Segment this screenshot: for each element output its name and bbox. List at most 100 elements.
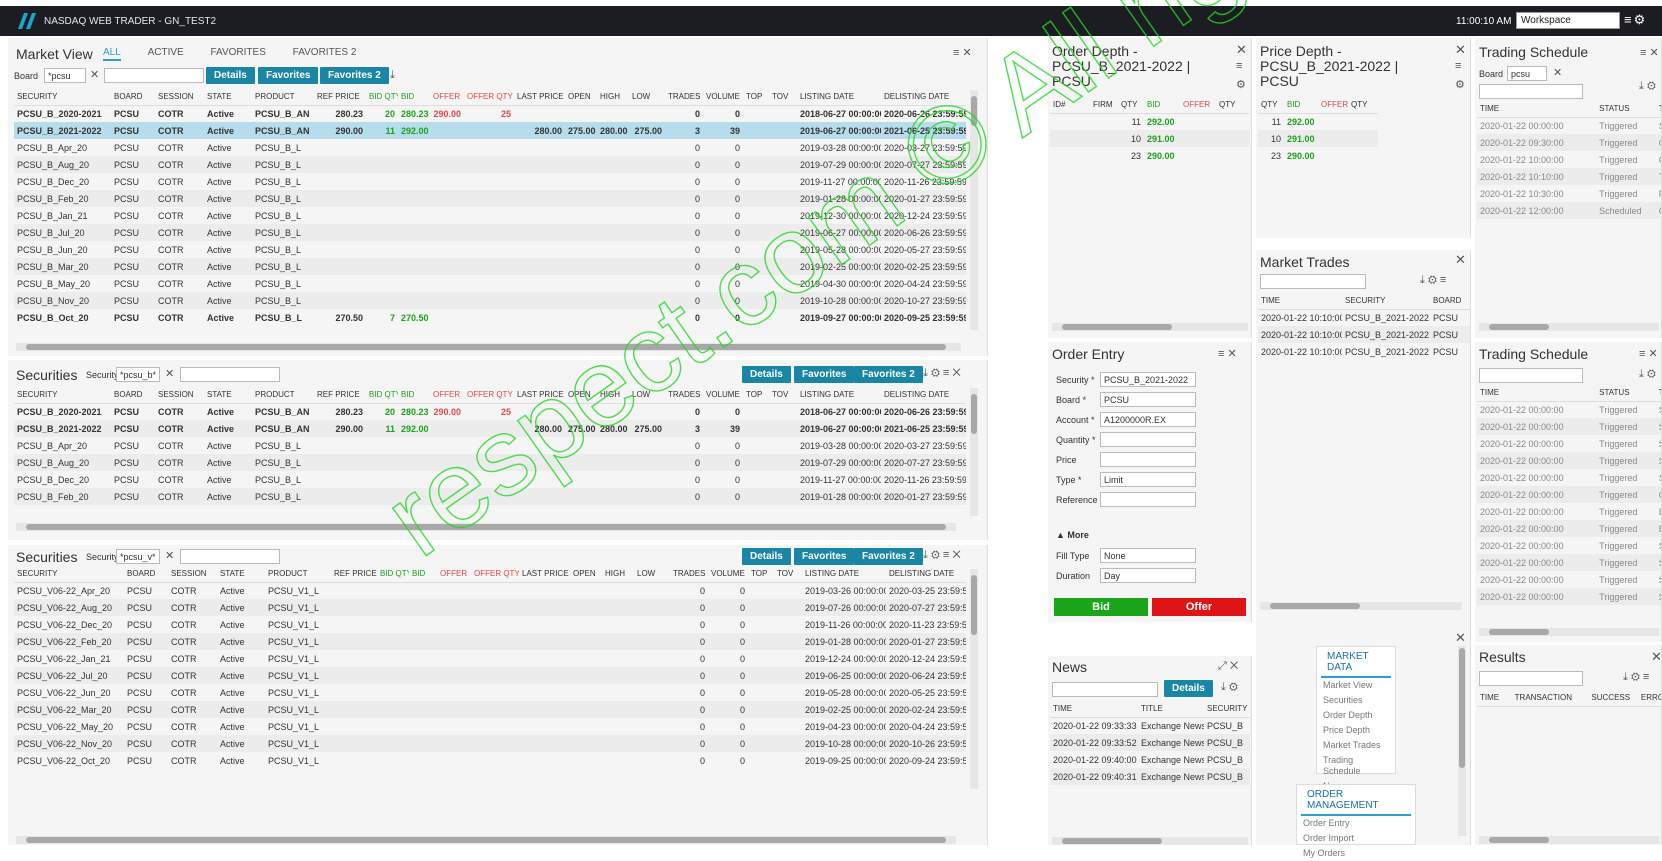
vertical-scrollbar[interactable] xyxy=(970,90,978,330)
gear-icon[interactable]: ⚙ xyxy=(1428,274,1437,286)
column-header[interactable]: OFFER QTY xyxy=(471,565,519,583)
order-field-input[interactable] xyxy=(1100,492,1196,507)
table-row[interactable]: PCSU_B_2021-2022 PCSU COTR Active PCSU_B_AN 2… xyxy=(14,420,966,437)
column-header[interactable]: LAST PRICE xyxy=(514,386,565,404)
column-header[interactable]: LAST PRICE xyxy=(514,88,565,106)
table-row[interactable]: 2020-01-22 09:33:52 Exchange News PCSU_B xyxy=(1050,734,1250,751)
column-header[interactable]: OFFER xyxy=(1180,96,1216,114)
download-icon[interactable]: ⤓ xyxy=(390,69,395,82)
column-header[interactable]: SUCCESS xyxy=(1588,689,1638,707)
column-header[interactable]: LOW xyxy=(629,386,665,404)
table-row[interactable]: 2020-01-22 00:00:00TriggeredSTART_OF xyxy=(1477,452,1661,469)
table-row[interactable]: 2020-01-22 00:00:00TriggeredSTART_OF xyxy=(1477,571,1661,588)
menu-icon[interactable]: ≡ xyxy=(1639,348,1645,360)
gear-icon[interactable]: ⚙ xyxy=(1634,12,1648,27)
close-icon[interactable]: ✕ xyxy=(952,367,960,379)
horizontal-scrollbar[interactable] xyxy=(16,343,961,351)
column-header[interactable]: OPEN xyxy=(565,88,597,106)
column-header[interactable]: BOARD xyxy=(124,565,168,583)
search-input[interactable] xyxy=(1479,368,1583,383)
clear-board-icon[interactable]: ✕ xyxy=(90,68,99,81)
table-row[interactable]: PCSU_B_Apr_20 PCSU COTR Active PCSU_B_L 0 0 201… xyxy=(14,437,966,454)
column-header[interactable]: TRADES xyxy=(670,565,708,583)
column-header[interactable]: BOARD xyxy=(111,88,155,106)
close-icon[interactable]: ✕ xyxy=(952,549,960,561)
table-row[interactable]: PCSU_B_2020-2021 PCSU COTR Active PCSU_B_AN 2… xyxy=(14,105,966,122)
column-header[interactable]: SESSION xyxy=(168,565,217,583)
table-row[interactable]: PCSU_B_Oct_20 PCSU COTR Active PCSU_B_L 270.5… xyxy=(14,309,966,326)
workspace-select[interactable]: Workspace xyxy=(1516,12,1620,29)
clear-security-icon[interactable]: ✕ xyxy=(165,367,174,380)
table-row[interactable]: 2020-01-22 00:00:00TriggeredSTART_OF xyxy=(1477,469,1661,486)
column-header[interactable]: TOP xyxy=(743,386,769,404)
menu-icon[interactable]: ≡ xyxy=(943,367,949,379)
table-row[interactable]: PCSU_V06-22_Jan_21 PCSU COTR Active PCSU_V1_… xyxy=(14,650,966,667)
search-input[interactable] xyxy=(180,549,280,564)
column-header[interactable]: QTY xyxy=(1348,96,1378,114)
order-field-input[interactable] xyxy=(1100,432,1196,447)
download-icon[interactable]: ⤓ xyxy=(1639,80,1644,92)
vertical-scrollbar[interactable] xyxy=(970,569,978,789)
horizontal-scrollbar[interactable] xyxy=(1479,628,1659,636)
table-row[interactable]: PCSU_B_Aug_20 PCSU COTR Active PCSU_B_L 0 0 201… xyxy=(14,156,966,173)
table-row[interactable]: 2020-01-22 10:10:00 PCSU_B_2021-2022 PCSU xyxy=(1258,326,1470,343)
column-header[interactable]: BID xyxy=(409,565,437,583)
menu-icon[interactable]: ≡ ✕ xyxy=(1640,46,1659,59)
gear-icon[interactable]: ⚙ xyxy=(1647,368,1656,380)
gear-icon[interactable]: ⚙ xyxy=(1647,80,1656,92)
column-header[interactable]: LAST PRICE xyxy=(519,565,570,583)
horizontal-scrollbar[interactable] xyxy=(16,836,956,844)
column-header[interactable]: TOV xyxy=(769,386,797,404)
clear-board-icon[interactable]: ✕ xyxy=(1553,66,1562,79)
table-row[interactable]: 2020-01-22 00:00:00TriggeredEXPIRY xyxy=(1477,520,1661,537)
tab-favorites-2[interactable]: FAVORITES 2 xyxy=(293,47,357,58)
menu-item[interactable]: Price Depth xyxy=(1317,723,1395,738)
column-header[interactable]: DELISTING DATE xyxy=(881,386,966,404)
gear-icon[interactable]: ⚙ xyxy=(1229,681,1238,693)
column-header[interactable]: TITLE xyxy=(1138,700,1204,718)
column-header[interactable]: STATUS xyxy=(1596,100,1656,118)
tab-all[interactable]: ALL xyxy=(103,47,121,61)
horizontal-scrollbar[interactable] xyxy=(1479,323,1659,331)
order-field-input[interactable]: PCSU_B_2021-2022 xyxy=(1100,372,1196,387)
menu-icon[interactable]: ≡ xyxy=(943,549,949,561)
column-header[interactable]: BID xyxy=(398,88,430,106)
column-header[interactable]: OFFER xyxy=(437,565,471,583)
column-header[interactable]: SECURITY xyxy=(1342,292,1430,310)
table-row[interactable]: PCSU_B_Feb_20 PCSU COTR Active PCSU_B_L 0 0 201… xyxy=(14,190,966,207)
order-field-input[interactable]: None xyxy=(1100,548,1196,563)
column-header[interactable]: OFFER QTY xyxy=(464,88,514,106)
download-icon[interactable]: ⤓ xyxy=(923,367,928,379)
panel-toolbar-icons[interactable]: ⤓ ⚙ xyxy=(1639,80,1656,93)
column-header[interactable]: SESSION xyxy=(155,88,204,106)
column-header[interactable]: REF PRICE xyxy=(314,386,366,404)
column-header[interactable]: ID# xyxy=(1050,96,1090,114)
topbar-icons[interactable]: ≡⚙ xyxy=(1624,12,1647,28)
table-row[interactable]: PCSU_B_Nov_20 PCSU COTR Active PCSU_B_L 0 0 201… xyxy=(14,292,966,309)
table-row[interactable]: 11 292.00 xyxy=(1258,113,1378,130)
favorites-2-button[interactable]: Favorites 2 xyxy=(320,67,389,84)
table-row[interactable]: 2020-01-22 09:40:00 Exchange News PCSU_B xyxy=(1050,751,1250,768)
panel-toolbar-icons[interactable]: ≡ ✕ xyxy=(1639,347,1658,360)
column-header[interactable]: TOV xyxy=(769,88,797,106)
table-row[interactable]: PCSU_V06-22_Feb_20 PCSU COTR Active PCSU_V1_… xyxy=(14,633,966,650)
search-input[interactable] xyxy=(180,367,280,382)
column-header[interactable]: OFFER xyxy=(430,88,464,106)
panel-toolbar-icons[interactable]: ⤓ ⚙ xyxy=(1221,681,1238,694)
gear-icon[interactable]: ⚙ xyxy=(1455,78,1465,91)
column-header[interactable]: TOV xyxy=(774,565,802,583)
column-header[interactable]: STATE xyxy=(204,88,252,106)
column-header[interactable]: STATE xyxy=(204,386,252,404)
order-entry-controls[interactable]: ≡ ✕ xyxy=(1218,347,1237,360)
vertical-scrollbar[interactable] xyxy=(1458,646,1466,836)
table-row[interactable]: 11 292.00 xyxy=(1050,113,1250,130)
table-row[interactable]: PCSU_V06-22_Oct_20 PCSU COTR Active PCSU_V1_… xyxy=(14,752,966,769)
close-icon[interactable]: ✕ xyxy=(1227,348,1236,360)
table-row[interactable]: 23 290.00 xyxy=(1050,147,1250,164)
table-row[interactable]: PCSU_B_Apr_20 PCSU COTR Active PCSU_B_L 0 0 201… xyxy=(14,139,966,156)
download-icon[interactable]: ⤓ xyxy=(1221,681,1226,693)
column-header[interactable]: TIME xyxy=(1258,292,1342,310)
order-field-input[interactable]: Limit xyxy=(1100,472,1196,487)
column-header[interactable]: BOARD xyxy=(1430,292,1470,310)
table-row[interactable]: 2020-01-22 00:00:00 Triggered START_CY xyxy=(1477,401,1661,418)
